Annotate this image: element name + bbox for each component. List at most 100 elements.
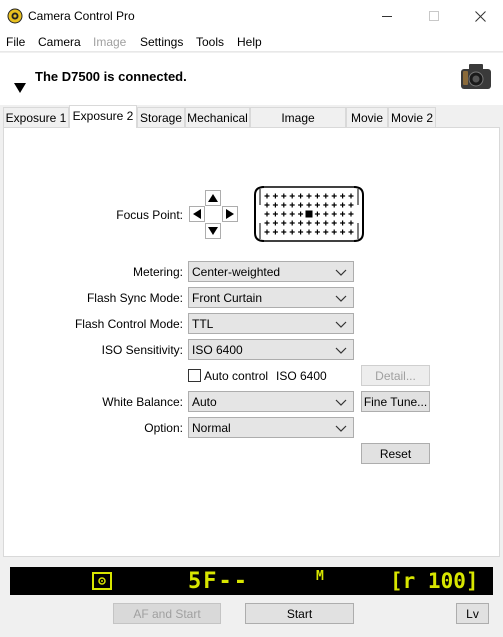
tab-movie-2[interactable]: Movie 2 bbox=[388, 107, 436, 127]
tab-movie[interactable]: Movie bbox=[346, 107, 388, 127]
af-point-grid[interactable] bbox=[252, 185, 366, 243]
af-point[interactable] bbox=[264, 229, 270, 235]
minimize-icon bbox=[382, 15, 392, 17]
menu-settings[interactable]: Settings bbox=[140, 35, 183, 49]
tab-exposure-1[interactable]: Exposure 1 bbox=[3, 107, 69, 127]
af-point[interactable] bbox=[348, 193, 354, 199]
iso-select[interactable]: ISO 6400 bbox=[188, 339, 354, 360]
reset-button[interactable]: Reset bbox=[361, 443, 430, 464]
tab-storage[interactable]: Storage bbox=[137, 107, 185, 127]
af-point[interactable] bbox=[323, 211, 329, 217]
metering-value: Center-weighted bbox=[192, 265, 281, 279]
af-point[interactable] bbox=[348, 211, 354, 217]
af-point[interactable] bbox=[289, 193, 295, 199]
af-point[interactable] bbox=[314, 193, 320, 199]
tab-exposure-2[interactable]: Exposure 2 bbox=[69, 105, 137, 128]
auto-control-checkbox[interactable] bbox=[188, 369, 201, 382]
tab-mechanical[interactable]: Mechanical bbox=[185, 107, 250, 127]
fine-tune-button[interactable]: Fine Tune... bbox=[361, 391, 430, 412]
close-icon bbox=[474, 10, 486, 22]
tab-image-processing[interactable]: Image Processing bbox=[250, 107, 346, 139]
af-point[interactable] bbox=[348, 220, 354, 226]
af-point[interactable] bbox=[323, 193, 329, 199]
af-point[interactable] bbox=[289, 202, 295, 208]
af-point[interactable] bbox=[340, 193, 346, 199]
af-point[interactable] bbox=[340, 220, 346, 226]
af-point[interactable] bbox=[331, 220, 337, 226]
af-point[interactable] bbox=[281, 202, 287, 208]
af-point[interactable] bbox=[272, 229, 278, 235]
af-point[interactable] bbox=[306, 220, 312, 226]
menu-help[interactable]: Help bbox=[237, 35, 262, 49]
af-point[interactable] bbox=[306, 193, 312, 199]
detail-button[interactable]: Detail... bbox=[361, 365, 430, 386]
af-point[interactable] bbox=[340, 229, 346, 235]
chevron-down-icon bbox=[335, 399, 347, 406]
af-point[interactable] bbox=[272, 202, 278, 208]
af-and-start-button[interactable]: AF and Start bbox=[113, 603, 221, 624]
af-point[interactable] bbox=[348, 202, 354, 208]
af-point[interactable] bbox=[314, 202, 320, 208]
af-point[interactable] bbox=[298, 202, 304, 208]
arrow-up-icon bbox=[208, 194, 218, 202]
af-point[interactable] bbox=[331, 229, 337, 235]
af-point[interactable] bbox=[289, 211, 295, 217]
minimize-button[interactable] bbox=[364, 0, 410, 32]
af-point[interactable] bbox=[281, 193, 287, 199]
af-point[interactable] bbox=[331, 193, 337, 199]
af-point[interactable] bbox=[314, 220, 320, 226]
af-point[interactable] bbox=[314, 211, 320, 217]
start-button[interactable]: Start bbox=[245, 603, 354, 624]
flash-sync-select[interactable]: Front Curtain bbox=[188, 287, 354, 308]
option-select[interactable]: Normal bbox=[188, 417, 354, 438]
af-point[interactable] bbox=[289, 220, 295, 226]
af-point[interactable] bbox=[331, 211, 337, 217]
iso-label: ISO Sensitivity: bbox=[101, 343, 183, 357]
menu-image[interactable]: Image bbox=[93, 35, 126, 49]
af-point[interactable] bbox=[340, 202, 346, 208]
af-point[interactable] bbox=[323, 229, 329, 235]
af-point[interactable] bbox=[264, 211, 270, 217]
focus-right-button[interactable] bbox=[222, 206, 238, 222]
metering-select[interactable]: Center-weighted bbox=[188, 261, 354, 282]
af-point[interactable] bbox=[272, 220, 278, 226]
af-point[interactable] bbox=[340, 211, 346, 217]
af-point[interactable] bbox=[314, 229, 320, 235]
af-point[interactable] bbox=[289, 229, 295, 235]
menu-camera[interactable]: Camera bbox=[38, 35, 81, 49]
white-balance-select[interactable]: Auto bbox=[188, 391, 354, 412]
af-point[interactable] bbox=[298, 211, 304, 217]
af-point-selected[interactable] bbox=[305, 210, 313, 218]
af-point[interactable] bbox=[281, 220, 287, 226]
af-point[interactable] bbox=[272, 193, 278, 199]
remaining-shots-readout: [r 100] bbox=[390, 569, 479, 593]
expand-arrow-icon[interactable] bbox=[14, 83, 26, 93]
auto-control-label: Auto control bbox=[204, 369, 269, 383]
maximize-button[interactable] bbox=[411, 0, 457, 32]
option-value: Normal bbox=[192, 421, 231, 435]
af-point[interactable] bbox=[281, 229, 287, 235]
flash-control-select[interactable]: TTL bbox=[188, 313, 354, 334]
app-icon bbox=[7, 8, 23, 24]
af-point[interactable] bbox=[281, 211, 287, 217]
af-point[interactable] bbox=[348, 229, 354, 235]
af-point[interactable] bbox=[264, 202, 270, 208]
af-point[interactable] bbox=[306, 229, 312, 235]
menu-tools[interactable]: Tools bbox=[196, 35, 224, 49]
af-point[interactable] bbox=[331, 202, 337, 208]
menu-file[interactable]: File bbox=[6, 35, 25, 49]
af-point[interactable] bbox=[298, 229, 304, 235]
af-point[interactable] bbox=[264, 220, 270, 226]
af-point[interactable] bbox=[298, 193, 304, 199]
live-view-button[interactable]: Lv bbox=[456, 603, 489, 624]
focus-up-button[interactable] bbox=[205, 190, 221, 206]
close-button[interactable] bbox=[457, 0, 503, 32]
focus-down-button[interactable] bbox=[205, 223, 221, 239]
af-point[interactable] bbox=[323, 202, 329, 208]
af-point[interactable] bbox=[272, 211, 278, 217]
af-point[interactable] bbox=[323, 220, 329, 226]
focus-left-button[interactable] bbox=[189, 206, 205, 222]
af-point[interactable] bbox=[306, 202, 312, 208]
af-point[interactable] bbox=[298, 220, 304, 226]
af-point[interactable] bbox=[264, 193, 270, 199]
